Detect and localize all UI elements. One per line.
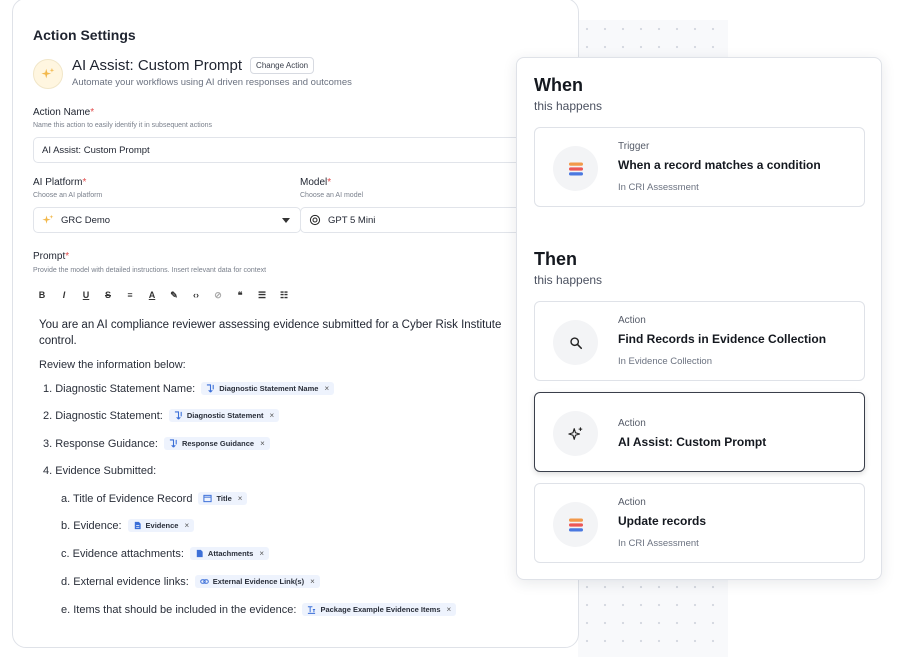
when-subheading: this happens bbox=[534, 99, 603, 113]
variable-chip[interactable]: External Evidence Link(s) × bbox=[194, 575, 320, 588]
change-action-button[interactable]: Change Action bbox=[250, 57, 315, 74]
link-icon bbox=[200, 577, 209, 586]
ai-platform-select[interactable]: GRC Demo bbox=[33, 207, 301, 233]
workflow-panel: When this happens Trigger When a record … bbox=[516, 57, 882, 580]
sparkle-icon bbox=[553, 411, 598, 456]
list-item: c. Evidence attachments: Attachments × bbox=[61, 547, 270, 560]
relation-icon bbox=[174, 411, 183, 420]
window-icon bbox=[203, 494, 213, 503]
list-item: 2. Diagnostic Statement: Diagnostic Stat… bbox=[43, 409, 280, 422]
text-field-icon bbox=[307, 605, 316, 614]
action-name-input[interactable]: AI Assist: Custom Prompt bbox=[33, 137, 563, 163]
action-settings-panel: Action Settings AI Assist: Custom Prompt… bbox=[12, 0, 579, 648]
remove-chip-icon[interactable]: × bbox=[447, 605, 452, 614]
bold-button[interactable]: B bbox=[33, 290, 51, 300]
remove-chip-icon[interactable]: × bbox=[260, 439, 265, 448]
prompt-hint: Provide the model with detailed instruct… bbox=[33, 267, 267, 274]
variable-chip[interactable]: Attachments × bbox=[189, 547, 270, 560]
list-item: d. External evidence links: External Evi… bbox=[61, 575, 320, 588]
remove-chip-icon[interactable]: × bbox=[259, 549, 264, 558]
action-card-ai-assist[interactable]: Action AI Assist: Custom Prompt bbox=[534, 392, 865, 472]
openai-icon bbox=[309, 214, 321, 226]
quote-button[interactable]: ❝ bbox=[231, 290, 249, 301]
panel-title: Action Settings bbox=[33, 27, 136, 43]
code-button[interactable]: ‹› bbox=[187, 290, 205, 300]
italic-button[interactable]: I bbox=[55, 290, 73, 300]
action-name-hint: Name this action to easily identify it i… bbox=[33, 122, 212, 129]
remove-chip-icon[interactable]: × bbox=[270, 411, 275, 420]
remove-chip-icon[interactable]: × bbox=[184, 521, 189, 530]
remove-chip-icon[interactable]: × bbox=[238, 494, 243, 503]
highlight-button[interactable]: ✎ bbox=[165, 290, 183, 301]
trigger-card[interactable]: Trigger When a record matches a conditio… bbox=[534, 127, 865, 207]
action-subtitle: Automate your workflows using AI driven … bbox=[72, 77, 352, 88]
bullet-list-button[interactable]: ☰ bbox=[253, 290, 271, 301]
variable-chip[interactable]: Evidence × bbox=[127, 519, 195, 532]
card-kind: Action bbox=[618, 418, 646, 429]
action-header: AI Assist: Custom Prompt Change Action A… bbox=[33, 57, 352, 93]
variable-chip[interactable]: Diagnostic Statement Name × bbox=[201, 382, 335, 395]
prompt-intro-line1: You are an AI compliance reviewer assess… bbox=[39, 319, 502, 331]
model-hint: Choose an AI model bbox=[300, 192, 364, 199]
card-meta: In CRI Assessment bbox=[618, 182, 699, 193]
card-meta: In CRI Assessment bbox=[618, 538, 699, 549]
strikethrough-button[interactable]: S bbox=[99, 290, 117, 300]
card-meta: In Evidence Collection bbox=[618, 356, 712, 367]
app-logo-icon bbox=[553, 502, 598, 547]
align-button[interactable]: ≡ bbox=[121, 290, 139, 300]
file-icon bbox=[195, 549, 204, 558]
then-subheading: this happens bbox=[534, 273, 603, 287]
document-icon bbox=[133, 521, 142, 530]
card-kind: Action bbox=[618, 315, 646, 326]
relation-icon bbox=[206, 384, 215, 393]
list-item: e. Items that should be included in the … bbox=[61, 603, 457, 616]
action-name-label: Action Name* bbox=[33, 107, 95, 118]
action-title: AI Assist: Custom Prompt bbox=[72, 57, 243, 74]
list-item: b. Evidence: Evidence × bbox=[61, 519, 195, 532]
prompt-review-line: Review the information below: bbox=[39, 359, 186, 371]
action-card-find-records[interactable]: Action Find Records in Evidence Collecti… bbox=[534, 301, 865, 381]
list-item: 4. Evidence Submitted: bbox=[43, 465, 157, 477]
then-heading: Then bbox=[534, 249, 577, 269]
variable-chip[interactable]: Package Example Evidence Items × bbox=[302, 603, 457, 616]
list-item: 3. Response Guidance: Response Guidance × bbox=[43, 437, 270, 450]
underline-button[interactable]: U bbox=[77, 290, 95, 300]
variable-chip[interactable]: Response Guidance × bbox=[163, 437, 270, 450]
remove-chip-icon[interactable]: × bbox=[310, 577, 315, 586]
app-logo-icon bbox=[553, 146, 598, 191]
variable-chip[interactable]: Diagnostic Statement × bbox=[168, 409, 280, 422]
list-item: a. Title of Evidence Record Title × bbox=[61, 492, 248, 505]
card-kind: Action bbox=[618, 497, 646, 508]
text-color-button[interactable]: A bbox=[143, 290, 161, 300]
link-button[interactable]: ⊘ bbox=[209, 290, 227, 301]
when-heading: When bbox=[534, 75, 583, 95]
card-title: When a record matches a condition bbox=[618, 158, 821, 172]
list-item: 1. Diagnostic Statement Name: Diagnostic… bbox=[43, 382, 335, 395]
card-title: Update records bbox=[618, 514, 707, 528]
chevron-down-icon bbox=[282, 218, 290, 223]
prompt-toolbar: B I U S ≡ A ✎ ‹› ⊘ ❝ ☰ ☷ bbox=[33, 283, 297, 307]
action-card-update-records[interactable]: Action Update records In CRI Assessment bbox=[534, 483, 865, 563]
sparkle-icon bbox=[42, 214, 54, 226]
remove-chip-icon[interactable]: × bbox=[324, 384, 329, 393]
ai-sparkle-icon bbox=[33, 59, 63, 89]
card-title: AI Assist: Custom Prompt bbox=[618, 435, 767, 449]
prompt-label: Prompt* bbox=[33, 251, 70, 262]
ai-platform-label: AI Platform* bbox=[33, 177, 87, 188]
variable-chip[interactable]: Title × bbox=[198, 492, 248, 505]
model-label: Model* bbox=[300, 177, 332, 188]
card-kind: Trigger bbox=[618, 141, 650, 152]
prompt-intro-line2: control. bbox=[39, 335, 77, 347]
ai-platform-hint: Choose an AI platform bbox=[33, 192, 103, 199]
card-title: Find Records in Evidence Collection bbox=[618, 332, 827, 346]
search-icon bbox=[553, 320, 598, 365]
relation-icon bbox=[169, 439, 178, 448]
numbered-list-button[interactable]: ☷ bbox=[275, 290, 293, 301]
